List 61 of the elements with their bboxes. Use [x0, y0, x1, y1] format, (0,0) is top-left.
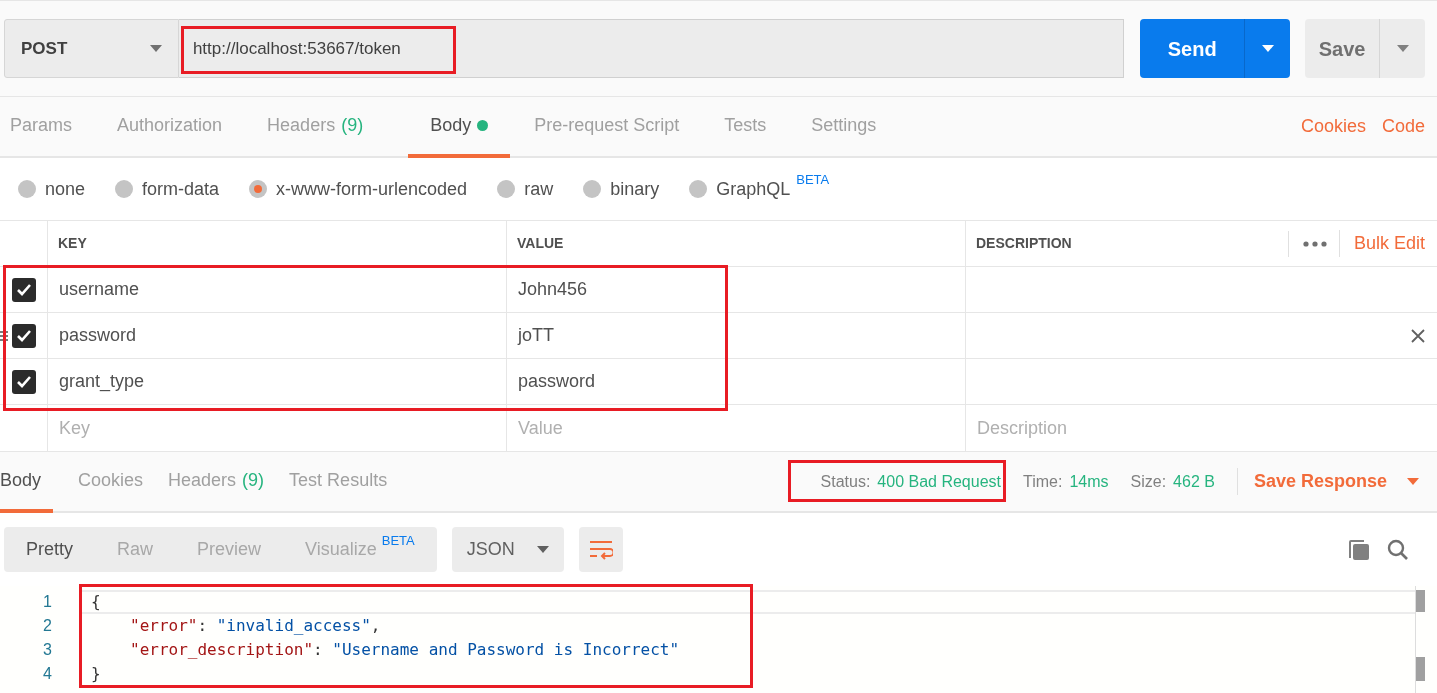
url-field[interactable]: http://localhost:53667/token	[178, 19, 1125, 78]
radio-label[interactable]: x-www-form-urlencoded	[276, 175, 468, 203]
search-icon[interactable]	[1387, 538, 1409, 561]
radio-label[interactable]: raw	[524, 175, 554, 203]
line-number: 3	[42, 640, 53, 660]
line-number: 2	[42, 616, 53, 636]
caret-icon	[1396, 45, 1409, 52]
row-checkbox[interactable]	[11, 323, 36, 348]
radio-button[interactable]	[689, 180, 708, 198]
code-line: "error_description": "Username and Password is Incorrect"	[129, 639, 681, 661]
format-dropdown[interactable]: JSON	[451, 527, 564, 572]
line-number: 4	[42, 664, 53, 684]
radio-label[interactable]: GraphQL	[716, 175, 791, 203]
description-input[interactable]: Description	[966, 405, 1437, 451]
row-checkbox[interactable]	[11, 277, 36, 302]
code-line: }	[90, 663, 102, 685]
request-link[interactable]: Cookies	[1300, 113, 1366, 140]
method-dropdown[interactable]: POST	[4, 19, 179, 78]
drag-handle-icon[interactable]	[0, 331, 8, 341]
column-header: KEY	[48, 221, 507, 267]
meta-label: Size:	[1130, 471, 1167, 492]
meta-value: 462 B	[1173, 471, 1215, 492]
request-link[interactable]: Code	[1381, 113, 1425, 140]
view-mode-tab[interactable]: Visualize BETA	[283, 527, 437, 572]
radio-button[interactable]	[18, 180, 36, 198]
checkmark-icon	[15, 282, 32, 297]
radio-button[interactable]	[497, 180, 516, 198]
row-checkbox[interactable]	[11, 369, 36, 394]
beta-label: BETA	[796, 171, 830, 190]
radio-label[interactable]: binary	[610, 175, 660, 203]
meta-value: 14ms	[1069, 471, 1109, 492]
checkmark-icon	[15, 374, 32, 389]
value-cell[interactable]: password	[507, 359, 966, 405]
radio-button[interactable]	[249, 180, 268, 198]
request-tab[interactable]: Body	[408, 97, 511, 158]
meta-value: 400 Bad Request	[877, 471, 1001, 492]
copy-icon[interactable]	[1348, 538, 1370, 561]
caret-icon	[536, 546, 549, 553]
code-line: "error": "invalid_access",	[129, 615, 382, 637]
radio-button[interactable]	[583, 180, 602, 198]
radio-button[interactable]	[115, 180, 134, 198]
code-line: {	[90, 591, 102, 613]
bulk-edit-link[interactable]: Bulk Edit	[1338, 230, 1425, 257]
key-cell[interactable]: grant_type	[48, 359, 507, 405]
more-options-icon[interactable]	[1302, 240, 1327, 247]
caret-icon	[1261, 45, 1274, 52]
wrap-lines-button[interactable]	[578, 527, 623, 572]
close-icon[interactable]	[1411, 328, 1425, 343]
meta-label: Time:	[1023, 471, 1063, 492]
meta-label: Status:	[820, 471, 871, 492]
line-number: 1	[42, 592, 53, 612]
view-mode-tab[interactable]: Pretty	[4, 527, 95, 572]
caret-icon	[1407, 478, 1419, 485]
wrap-lines-icon	[588, 539, 613, 560]
column-header: DESCRIPTION	[976, 234, 1072, 253]
radio-label[interactable]: none	[45, 175, 86, 203]
save-response-button[interactable]: Save Response	[1236, 468, 1419, 495]
response-tab[interactable]: Body	[0, 452, 54, 513]
caret-icon	[149, 45, 162, 52]
radio-label[interactable]: form-data	[142, 175, 220, 203]
checkmark-icon	[15, 328, 32, 343]
